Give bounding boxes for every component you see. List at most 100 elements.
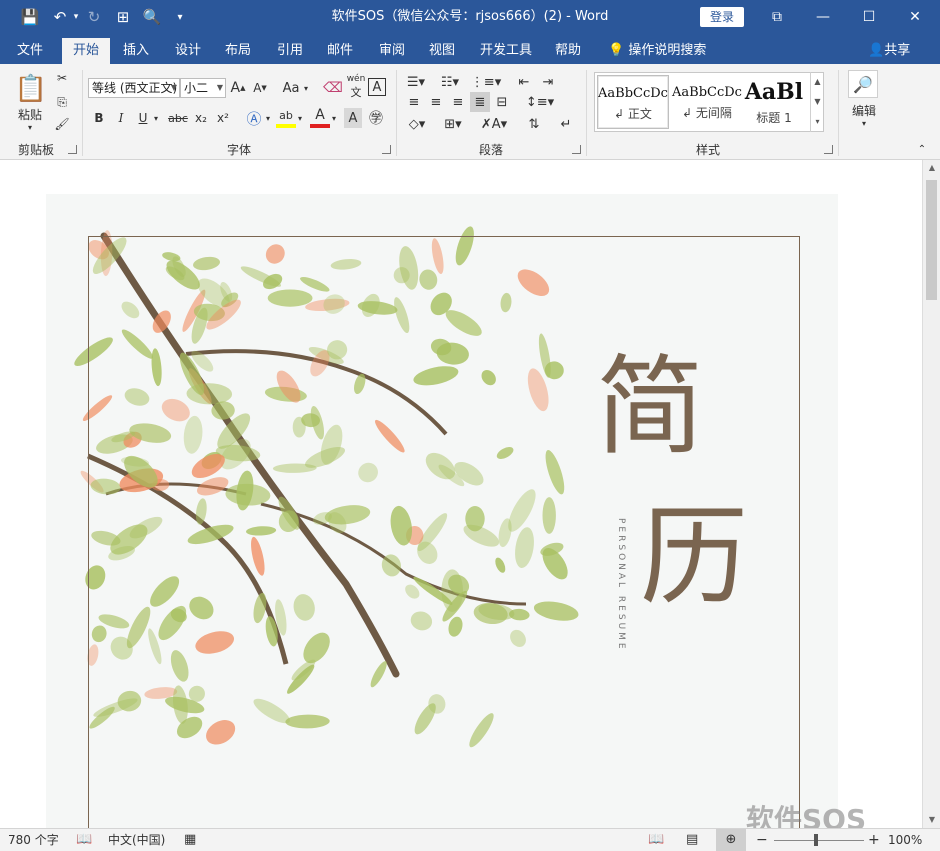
character-border-icon[interactable]: A (368, 78, 386, 96)
scroll-down-icon[interactable]: ▼ (923, 812, 940, 828)
shrink-font-icon[interactable]: A ▼ (252, 78, 268, 98)
paste-button[interactable]: 粘贴 (10, 106, 50, 122)
align-right-icon[interactable]: ≡ (448, 92, 468, 112)
highlight-icon[interactable]: ab (276, 106, 296, 128)
tab-review[interactable]: 审阅 (370, 38, 414, 64)
document-page[interactable]: 简 PERSONAL RESUME 历 (46, 194, 838, 828)
font-size-combo[interactable]: 小二 ▼ (180, 78, 226, 98)
vertical-scrollbar[interactable]: ▲ ▼ (922, 160, 940, 828)
style-normal[interactable]: AaBbCcDc ↲ 正文 (597, 75, 669, 129)
tab-insert[interactable]: 插入 (114, 38, 158, 64)
cut-icon[interactable]: ✂ (54, 70, 70, 86)
chevron-down-icon[interactable]: ▾ (330, 108, 338, 128)
save-icon[interactable]: 💾 (20, 7, 40, 27)
phonetic-guide-button[interactable]: wén 文 (346, 74, 366, 99)
underline-button[interactable]: U (134, 108, 152, 128)
find-icon[interactable]: 🔎 (848, 70, 878, 98)
font-color-icon[interactable]: A (310, 106, 330, 128)
maximize-icon[interactable]: ☐ (846, 0, 892, 34)
chevron-down-icon[interactable]: ▾ (264, 108, 272, 128)
shading-icon[interactable]: ◇▾ (404, 114, 430, 134)
style-heading-1[interactable]: AaBl 标题 1 (743, 75, 805, 129)
close-icon[interactable]: ✕ (892, 0, 938, 34)
share-button[interactable]: 👤共享 (868, 38, 910, 64)
font-name-combo[interactable]: 等线 (西文正文) ▼ (88, 78, 180, 98)
chevron-down-icon[interactable]: ▾ (296, 108, 304, 128)
tab-layout[interactable]: 布局 (216, 38, 260, 64)
tab-view[interactable]: 视图 (420, 38, 464, 64)
print-preview-icon[interactable]: 🔍 (142, 7, 162, 27)
paste-icon[interactable]: 📋 (14, 72, 48, 106)
justify-icon[interactable]: ≣ (470, 92, 490, 112)
zoom-level[interactable]: 100% (888, 829, 922, 851)
chevron-down-icon[interactable]: ▾ (152, 108, 160, 128)
distributed-icon[interactable]: ⊟ (492, 92, 512, 112)
copy-icon[interactable]: ⎘ (54, 94, 70, 110)
chevron-down-icon[interactable]: ▾ (856, 118, 872, 128)
clear-formatting-icon[interactable]: ⌫ (323, 78, 343, 98)
language-indicator[interactable]: 中文(中国) (108, 829, 165, 851)
macro-record-icon[interactable]: ▦ (184, 829, 196, 851)
login-button[interactable]: 登录 (700, 7, 744, 27)
word-count[interactable]: 780 个字 (8, 829, 59, 851)
clipboard-launcher-icon[interactable] (68, 145, 77, 154)
paste-dropdown-icon[interactable]: ▾ (22, 122, 38, 132)
styles-scroll[interactable]: ▲ ▼ ▾ (810, 72, 824, 132)
chevron-up-icon[interactable]: ▲ (811, 72, 824, 92)
customize-qat-icon[interactable]: ▾ (170, 7, 190, 27)
chinese-layout-icon[interactable]: ✗A▾ (480, 114, 508, 134)
zoom-out-icon[interactable]: − (756, 829, 768, 851)
strikethrough-button[interactable]: abc (166, 108, 190, 128)
style-no-spacing[interactable]: AaBbCcDc ↲ 无间隔 (671, 75, 743, 129)
tab-developer[interactable]: 开发工具 (474, 38, 538, 64)
document-area[interactable]: 简 PERSONAL RESUME 历 (0, 160, 922, 828)
multilevel-list-icon[interactable]: ⋮≡▾ (471, 72, 501, 92)
zoom-in-icon[interactable]: + (868, 829, 880, 851)
subscript-button[interactable]: x₂ (192, 108, 210, 128)
italic-button[interactable]: I (112, 108, 130, 128)
bullets-icon[interactable]: ☰▾ (404, 72, 428, 92)
zoom-slider[interactable] (774, 840, 864, 841)
minimize-icon[interactable]: — (800, 0, 846, 34)
read-mode-icon[interactable]: 📖 (648, 829, 664, 851)
zoom-slider-thumb[interactable] (814, 834, 818, 846)
chevron-down-icon[interactable]: ▼ (811, 92, 824, 112)
paragraph-launcher-icon[interactable] (572, 145, 581, 154)
bold-button[interactable]: B (90, 108, 108, 128)
align-left-icon[interactable]: ≡ (404, 92, 424, 112)
enclose-characters-icon[interactable]: ㊫ (366, 108, 386, 128)
gallery-more-icon[interactable]: ▾ (811, 112, 824, 132)
borders-icon[interactable]: ⊞▾ (440, 114, 466, 134)
decrease-indent-icon[interactable]: ⇤ (514, 72, 534, 92)
sort-icon[interactable]: ⇅ (524, 114, 544, 134)
proofing-icon[interactable]: 📖 (76, 829, 92, 851)
show-marks-icon[interactable]: ↵ (556, 114, 576, 134)
line-spacing-icon[interactable]: ↕≡▾ (526, 92, 554, 112)
tab-home[interactable]: 开始 (62, 38, 110, 64)
redo-icon[interactable]: ↻ (84, 7, 104, 27)
editing-button[interactable]: 编辑 (844, 102, 884, 118)
collapse-ribbon-icon[interactable]: ⌃ (914, 142, 930, 156)
font-launcher-icon[interactable] (382, 145, 391, 154)
undo-dropdown-icon[interactable]: ▾ (66, 7, 86, 27)
ribbon-display-icon[interactable]: ⧉ (754, 0, 800, 34)
tab-mailings[interactable]: 邮件 (318, 38, 362, 64)
tab-help[interactable]: 帮助 (546, 38, 590, 64)
scroll-thumb[interactable] (926, 180, 937, 300)
print-layout-icon[interactable]: ▤ (686, 829, 698, 851)
numbering-icon[interactable]: ☷▾ (438, 72, 462, 92)
scroll-up-icon[interactable]: ▲ (923, 160, 940, 176)
web-layout-icon[interactable]: ⊕ (716, 829, 746, 851)
format-painter-icon[interactable]: 🖌 (54, 116, 70, 132)
superscript-button[interactable]: x² (214, 108, 232, 128)
tell-me-search[interactable]: 💡 操作说明搜索 (608, 38, 706, 64)
grow-font-icon[interactable]: A ▲ (230, 78, 246, 98)
tab-references[interactable]: 引用 (268, 38, 312, 64)
increase-indent-icon[interactable]: ⇥ (538, 72, 558, 92)
tab-design[interactable]: 设计 (166, 38, 210, 64)
text-effects-icon[interactable]: Ⓐ (244, 108, 264, 128)
align-center-icon[interactable]: ≡ (426, 92, 446, 112)
change-case-button[interactable]: Aa (280, 78, 302, 98)
chevron-down-icon[interactable]: ▾ (302, 78, 310, 98)
touch-mode-icon[interactable]: ⊞ (113, 7, 133, 27)
